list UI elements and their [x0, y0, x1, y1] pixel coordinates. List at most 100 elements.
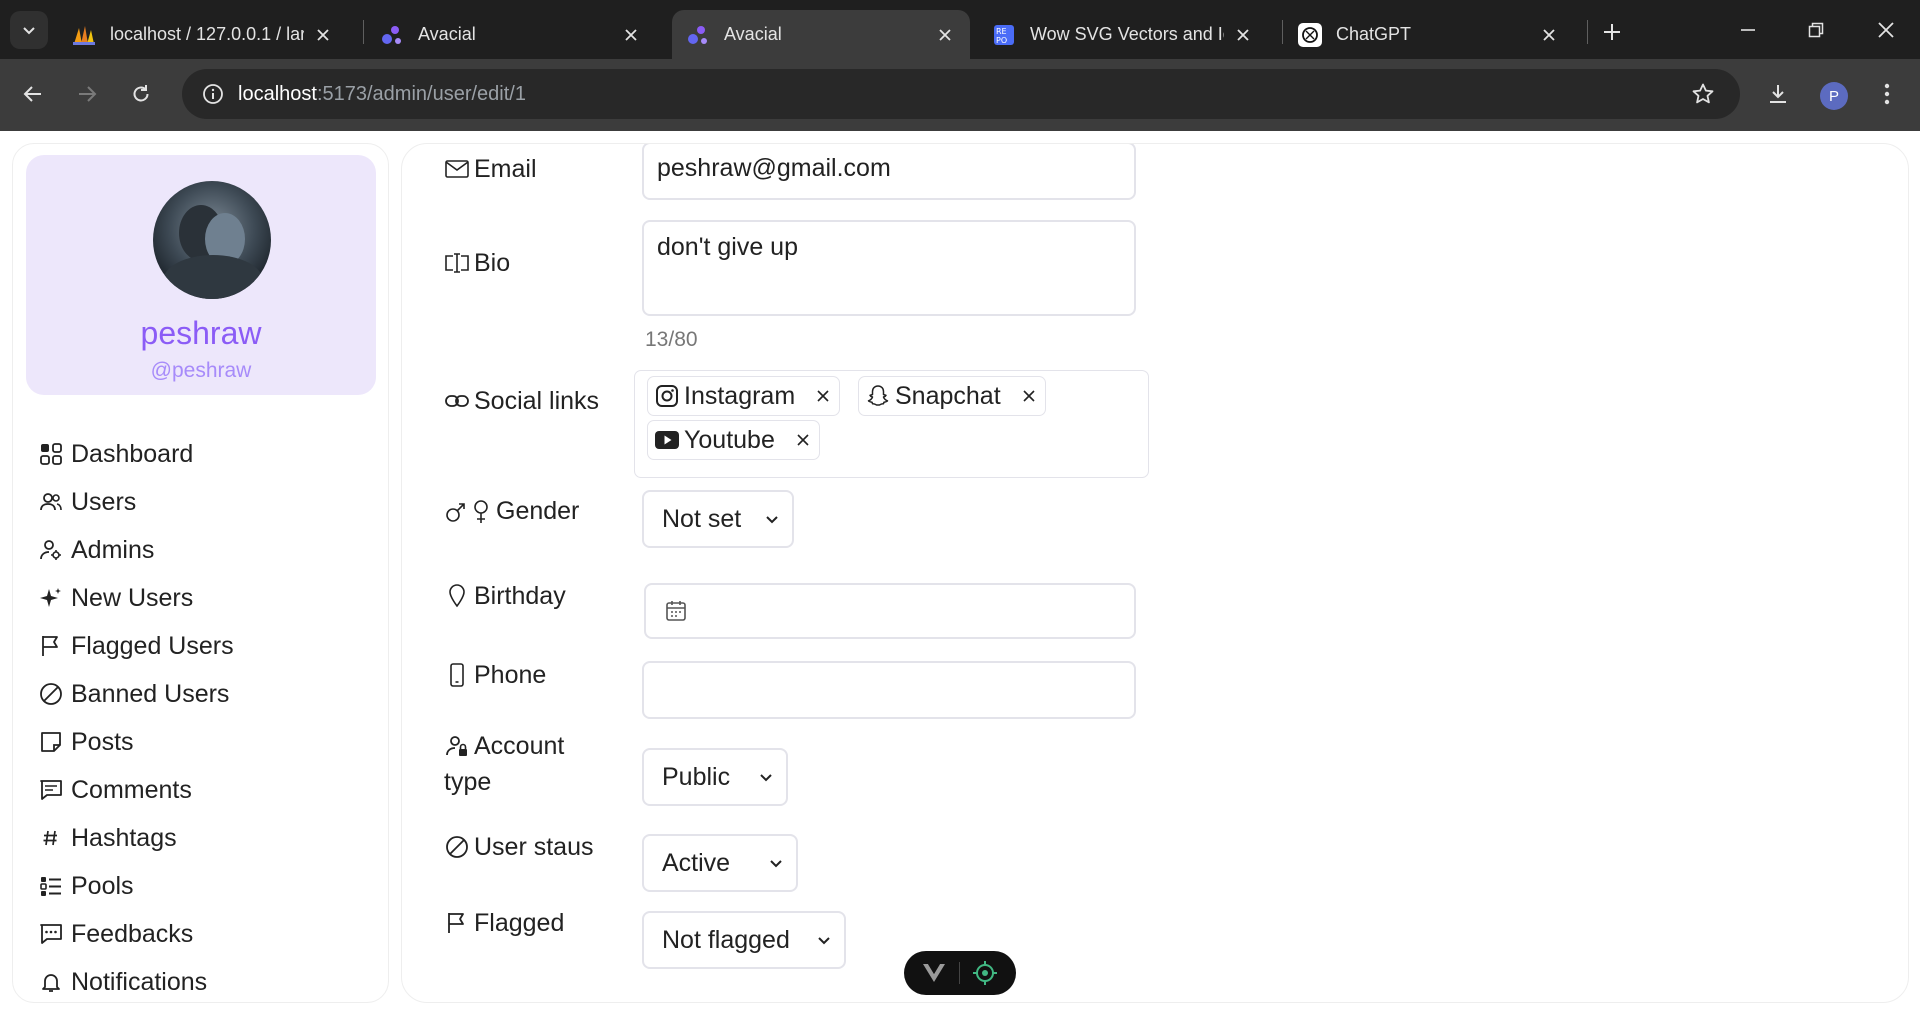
reload-icon	[133, 85, 149, 102]
forward-button[interactable]	[67, 74, 107, 114]
remove-chip-icon[interactable]	[793, 430, 813, 450]
restore-button[interactable]	[1792, 10, 1840, 50]
site-info-icon[interactable]	[188, 69, 238, 119]
profile-avatar[interactable]: P	[1820, 82, 1848, 110]
sidebar-item-new-users[interactable]: New Users	[37, 574, 377, 622]
link-icon	[444, 388, 470, 414]
browser-tab-avacial-active[interactable]: Avacial	[672, 10, 970, 59]
new-tab-button[interactable]	[1595, 15, 1629, 49]
comment-icon	[37, 776, 65, 804]
sidebar-item-label: New Users	[71, 583, 194, 612]
svgrepo-icon: RE PO	[992, 23, 1016, 47]
crosshair-icon	[973, 961, 997, 985]
youtube-icon	[654, 427, 680, 453]
account-type-select[interactable]: Public	[642, 748, 788, 806]
tab-separator	[1282, 20, 1283, 44]
download-icon	[1770, 85, 1786, 103]
chevron-down-icon	[760, 774, 772, 782]
birthday-date-input[interactable]	[644, 583, 1136, 639]
ban-icon	[444, 834, 470, 860]
bio-char-counter: 13/80	[645, 328, 698, 351]
chevron-down-icon	[818, 937, 830, 945]
browser-tab-phpmyadmin[interactable]: localhost / 127.0.0.1 / lara	[58, 10, 348, 59]
sidebar-item-banned-users[interactable]: Banned Users	[37, 670, 377, 718]
sidebar-item-label: Flagged Users	[71, 631, 234, 660]
sidebar-item-posts[interactable]: Posts	[37, 718, 377, 766]
close-tab-icon[interactable]	[934, 24, 956, 46]
browser-tab-avacial-1[interactable]: Avacial	[366, 10, 656, 59]
svg-text:PO: PO	[996, 36, 1007, 45]
sidebar-item-users[interactable]: Users	[37, 478, 377, 526]
sidebar-item-hashtags[interactable]: Hashtags	[37, 814, 377, 862]
remove-chip-icon[interactable]	[1019, 386, 1039, 406]
gender-icon	[444, 498, 492, 524]
sidebar-item-label: Admins	[71, 535, 155, 564]
gender-select[interactable]: Not set	[642, 490, 794, 548]
dashboard-icon	[37, 440, 65, 468]
close-window-button[interactable]	[1862, 10, 1910, 50]
tab-title: localhost / 127.0.0.1 / lara	[110, 24, 304, 44]
sidebar-item-dashboard[interactable]: Dashboard	[37, 430, 377, 478]
hashtag-icon	[37, 824, 65, 852]
sidebar-item-pools[interactable]: Pools	[37, 862, 377, 910]
text-cursor-icon	[444, 250, 470, 276]
browser-menu-button[interactable]	[1867, 74, 1907, 114]
tab-title: ChatGPT	[1336, 24, 1412, 44]
calendar-icon	[666, 601, 686, 621]
phone-field[interactable]	[642, 661, 1136, 719]
avacial-icon	[380, 23, 404, 47]
browser-tab-svgrepo[interactable]: RE PO Wow SVG Vectors and Ico	[978, 10, 1268, 59]
profile-username: @peshraw	[150, 359, 252, 382]
map-pin-icon	[444, 583, 470, 609]
close-tab-icon[interactable]	[620, 24, 642, 46]
chevron-down-icon	[770, 860, 782, 868]
more-vertical-icon	[1884, 83, 1890, 105]
sidebar-item-label: Hashtags	[71, 823, 177, 852]
close-tab-icon[interactable]	[1538, 24, 1560, 46]
bookmark-star-icon[interactable]	[1688, 79, 1718, 109]
arrow-right-icon	[79, 86, 97, 102]
sidebar-item-flagged-users[interactable]: Flagged Users	[37, 622, 377, 670]
reload-button[interactable]	[121, 74, 161, 114]
browser-tab-bar: localhost / 127.0.0.1 / lara Avacial Ava…	[0, 0, 1920, 59]
divider	[958, 962, 960, 984]
profile-card: peshraw @peshraw	[26, 155, 376, 395]
close-tab-icon[interactable]	[312, 24, 334, 46]
sidebar-item-feedbacks[interactable]: Feedbacks	[37, 910, 377, 958]
avacial-icon	[686, 23, 710, 47]
sidebar: peshraw @peshraw Dashboard Users Admins …	[12, 143, 389, 1003]
sparkle-icon	[37, 584, 65, 612]
email-label: Email	[444, 154, 537, 184]
sidebar-item-admins[interactable]: Admins	[37, 526, 377, 574]
snapchat-icon	[865, 383, 891, 409]
browser-tab-chatgpt[interactable]: ChatGPT	[1284, 10, 1574, 59]
profile-name: peshraw	[140, 315, 262, 351]
social-chip-youtube: Youtube	[647, 420, 820, 460]
address-bar[interactable]: localhost:5173/admin/user/edit/1	[182, 69, 1740, 119]
sidebar-item-label: Feedbacks	[71, 919, 194, 948]
sidebar-item-notifications[interactable]: Notifications	[37, 958, 377, 1002]
vue-devtools-toggle[interactable]	[904, 951, 1016, 995]
flagged-select[interactable]: Not flagged	[642, 911, 846, 969]
sidebar-item-label: Banned Users	[71, 679, 230, 708]
email-field[interactable]: peshraw@gmail.com	[642, 144, 1136, 200]
bio-textarea[interactable]: don't give up	[642, 220, 1136, 316]
sidebar-item-label: Dashboard	[71, 439, 194, 468]
downloads-button[interactable]	[1758, 74, 1798, 114]
poll-icon	[37, 872, 65, 900]
tab-separator	[363, 20, 364, 44]
close-tab-icon[interactable]	[1232, 24, 1254, 46]
sidebar-item-comments[interactable]: Comments	[37, 766, 377, 814]
sidebar-item-label: Posts	[71, 727, 134, 756]
remove-chip-icon[interactable]	[813, 386, 833, 406]
user-status-select[interactable]: Active	[642, 834, 798, 892]
minimize-icon	[1741, 29, 1755, 31]
close-icon	[1878, 22, 1894, 38]
tab-search-button[interactable]	[10, 11, 48, 49]
url-text: localhost:5173/admin/user/edit/1	[238, 82, 526, 105]
bio-label: Bio	[444, 248, 510, 278]
restore-icon	[1808, 22, 1824, 38]
minimize-button[interactable]	[1724, 10, 1772, 50]
back-button[interactable]	[13, 74, 53, 114]
chevron-down-icon	[766, 516, 778, 524]
